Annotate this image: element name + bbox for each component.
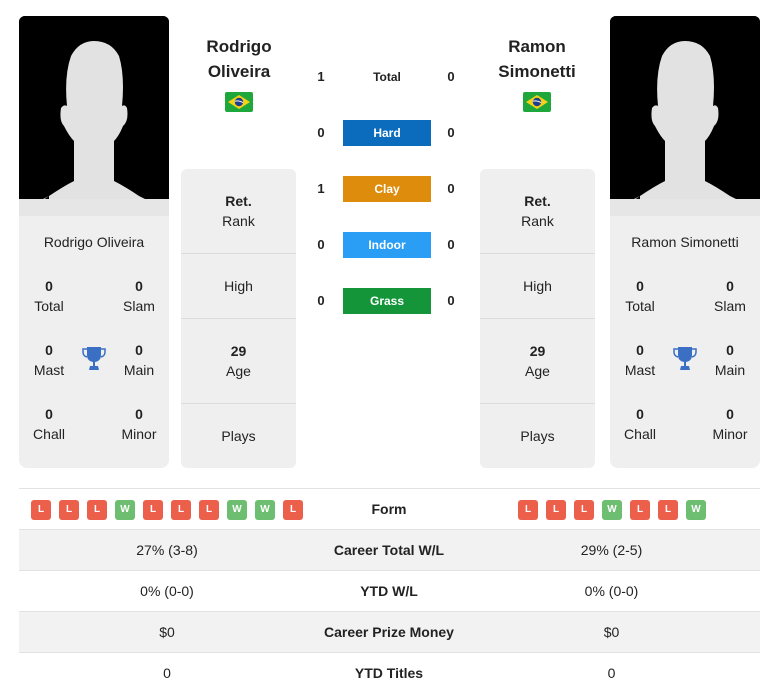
trophy-icon — [673, 347, 697, 370]
ytd-titles-row: 0 YTD Titles 0 — [163, 665, 616, 681]
player-1-info-panel: Ret. Rank High 29 Age Plays — [181, 169, 296, 468]
form-win-badge[interactable]: W — [227, 499, 247, 520]
form-loss-badge[interactable]: L — [658, 499, 678, 520]
h2h-hard-row: 0 Hard 0 — [300, 120, 476, 146]
player-2-form: LLLWLLW — [518, 489, 706, 530]
comparison-table: LLLWLLLWWL Form LLLWLLW 27% (3-8) Career… — [19, 488, 760, 694]
rank-cell: Ret. Rank — [480, 169, 595, 254]
player-1-photo — [19, 16, 169, 216]
h2h-total-row: 1 Total 0 — [317, 69, 455, 84]
plays-cell: Plays — [520, 428, 555, 444]
player-1-name[interactable]: Rodrigo Oliveira — [169, 34, 309, 84]
brazil-flag-icon — [225, 92, 253, 112]
surface-clay-badge[interactable]: Clay — [343, 176, 431, 202]
surface-indoor-badge[interactable]: Indoor — [343, 232, 431, 258]
form-loss-badge[interactable]: L — [87, 499, 107, 520]
player-1-form: LLLWLLLWWL — [31, 489, 303, 530]
titles-main: 0 Main — [123, 342, 155, 378]
player-2-info-panel: Ret. Rank High 29 Age Plays — [480, 169, 595, 468]
career-total-wl-row: 27% (3-8) Career Total W/L 29% (2-5) — [19, 530, 760, 571]
age-cell: 29 Age — [480, 319, 595, 404]
form-loss-badge[interactable]: L — [143, 499, 163, 520]
silhouette-icon — [19, 16, 169, 216]
form-win-badge[interactable]: W — [686, 499, 706, 520]
brazil-flag-icon — [523, 92, 551, 112]
player-2-photo — [610, 16, 760, 216]
ytd-wl-row: 0% (0-0) YTD W/L 0% (0-0) — [19, 571, 760, 612]
form-loss-badge[interactable]: L — [199, 499, 219, 520]
titles-mast: 0 Mast — [624, 342, 656, 378]
form-loss-badge[interactable]: L — [31, 499, 51, 520]
titles-minor: 0 Minor — [712, 406, 748, 442]
form-win-badge[interactable]: W — [255, 499, 275, 520]
player-2-name[interactable]: Ramon Simonetti — [467, 34, 607, 84]
player-2-titles-card: Ramon Simonetti 0 Total 0 Slam 0 Mast 0 Main… — [610, 216, 760, 468]
high-cell: High — [480, 254, 595, 319]
career-prize-money-row: $0 Career Prize Money $0 — [19, 612, 760, 653]
surface-grass-badge[interactable]: Grass — [343, 288, 431, 314]
form-loss-badge[interactable]: L — [546, 499, 566, 520]
form-win-badge[interactable]: W — [115, 499, 135, 520]
form-win-badge[interactable]: W — [602, 499, 622, 520]
player-1-titles-card: Rodrigo Oliveira 0 Total 0 Slam 0 Mast 0 Mai… — [19, 216, 169, 468]
age-cell: 29 Age — [181, 319, 296, 404]
form-loss-badge[interactable]: L — [630, 499, 650, 520]
form-row: LLLWLLLWWL Form LLLWLLW — [19, 489, 760, 530]
high-cell: High — [181, 254, 296, 319]
form-loss-badge[interactable]: L — [283, 499, 303, 520]
form-loss-badge[interactable]: L — [574, 499, 594, 520]
h2h-indoor-row: 0 Indoor 0 — [300, 232, 476, 258]
player-1-card-name[interactable]: Rodrigo Oliveira — [19, 234, 169, 250]
form-loss-badge[interactable]: L — [59, 499, 79, 520]
h2h-clay-row: 1 Clay 0 — [300, 176, 476, 202]
player-2-card-name[interactable]: Ramon Simonetti — [610, 234, 760, 250]
titles-minor: 0 Minor — [121, 406, 157, 442]
silhouette-icon — [610, 16, 760, 216]
titles-mast: 0 Mast — [33, 342, 65, 378]
titles-total: 0 Total — [625, 278, 655, 314]
titles-slam: 0 Slam — [123, 278, 155, 314]
titles-chall: 0 Chall — [33, 406, 65, 442]
surface-hard-badge[interactable]: Hard — [343, 120, 431, 146]
form-loss-badge[interactable]: L — [518, 499, 538, 520]
titles-total: 0 Total — [34, 278, 64, 314]
rank-cell: Ret. Rank — [181, 169, 296, 254]
titles-main: 0 Main — [714, 342, 746, 378]
plays-cell: Plays — [221, 428, 256, 444]
form-loss-badge[interactable]: L — [171, 499, 191, 520]
trophy-icon — [82, 347, 106, 370]
titles-slam: 0 Slam — [714, 278, 746, 314]
titles-chall: 0 Chall — [624, 406, 656, 442]
h2h-grass-row: 0 Grass 0 — [300, 288, 476, 314]
